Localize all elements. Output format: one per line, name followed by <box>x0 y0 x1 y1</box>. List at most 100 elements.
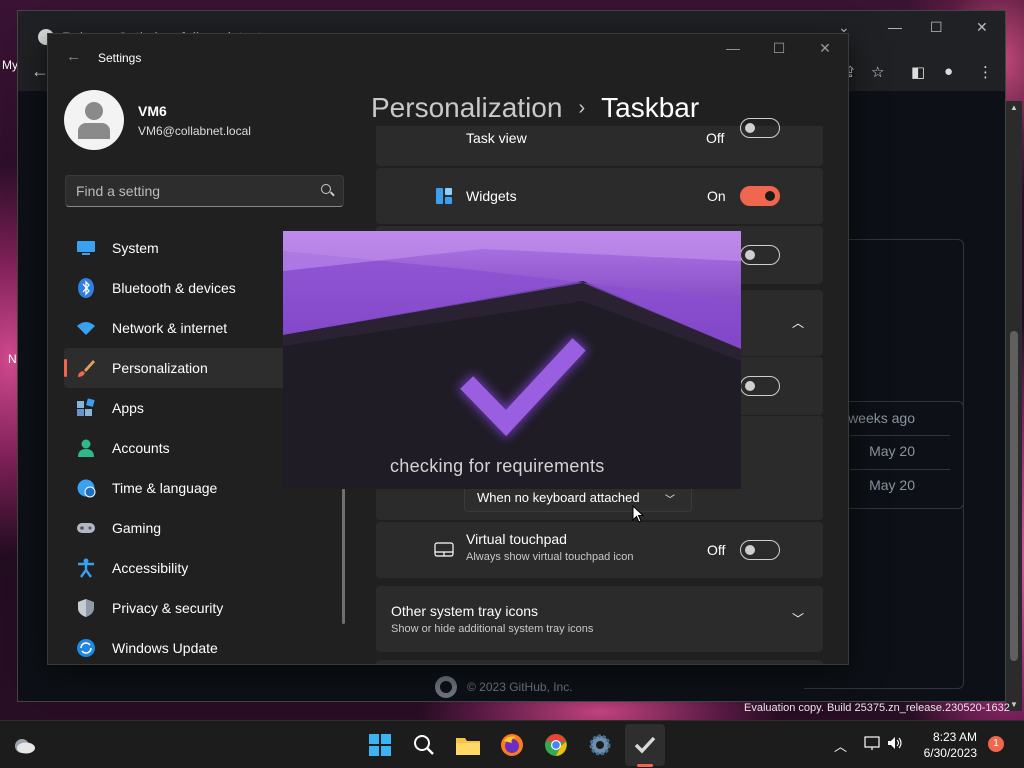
setting-state: Off <box>706 130 725 146</box>
volume-icon[interactable] <box>887 736 903 753</box>
scroll-up-icon[interactable]: ▲ <box>1010 103 1018 112</box>
scroll-thumb[interactable] <box>1010 331 1018 661</box>
apps-icon <box>76 398 96 418</box>
notification-badge[interactable]: 1 <box>988 736 1004 752</box>
sidebar-item-label: Windows Update <box>112 640 218 656</box>
sidebar-item-privacy[interactable]: Privacy & security <box>64 588 344 628</box>
scroll-down-icon[interactable]: ▼ <box>1010 700 1018 709</box>
setting-row-widgets[interactable]: Widgets On <box>376 168 823 224</box>
installer-splash: checking for requirements <box>283 231 741 489</box>
page-title: Taskbar <box>601 92 700 123</box>
sidebar-item-label: Time & language <box>112 480 218 496</box>
back-arrow-icon[interactable]: ← <box>66 48 81 65</box>
show-hidden-icons-chevron-up-icon[interactable]: ︿ <box>834 736 847 755</box>
splash-graphic <box>283 231 741 489</box>
firefox-icon[interactable] <box>498 731 526 759</box>
profile-name: VM6 <box>138 102 167 119</box>
sidebar-item-accessibility[interactable]: Accessibility <box>64 548 344 588</box>
installer-app-icon[interactable] <box>631 731 659 759</box>
browser-scrollbar[interactable]: ▲ ▼ <box>1006 101 1022 711</box>
sidebar-item-label: Accessibility <box>112 560 189 576</box>
close-icon[interactable]: ✕ <box>810 40 840 57</box>
evaluation-watermark: Evaluation copy. Build 25375.zn_release.… <box>744 702 1010 714</box>
desktop-icon-label[interactable]: My <box>2 58 18 72</box>
start-icon[interactable] <box>366 731 394 759</box>
chevron-up-icon[interactable]: ︿ <box>792 314 804 331</box>
sidebar-item-label: Privacy & security <box>112 600 224 616</box>
setting-description: Show or hide additional system tray icon… <box>391 623 594 635</box>
pen-menu-toggle[interactable] <box>740 376 780 396</box>
task-view-toggle[interactable] <box>740 118 780 138</box>
brush-icon <box>76 358 96 378</box>
person-icon <box>76 438 96 458</box>
splash-status-text: checking for requirements <box>390 456 605 476</box>
gamepad-icon <box>76 518 96 538</box>
widgets-icon <box>436 188 452 209</box>
sidebar-item-label: Network & internet <box>112 320 228 336</box>
desktop-icon-label[interactable]: N <box>8 352 17 366</box>
settings-icon[interactable] <box>586 731 614 759</box>
dropdown-value: When no keyboard attached <box>477 490 640 505</box>
active-app-indicator <box>637 764 653 767</box>
search-icon[interactable] <box>321 184 331 194</box>
chat-toggle[interactable] <box>740 245 780 265</box>
minimize-icon[interactable]: — <box>718 40 748 56</box>
star-icon[interactable]: ☆ <box>871 63 884 81</box>
breadcrumb-separator: › <box>578 96 586 119</box>
maximize-icon[interactable]: ☐ <box>930 19 943 36</box>
title-bar: ← Settings — ☐ ✕ <box>48 34 848 82</box>
update-icon <box>76 638 96 658</box>
divider <box>850 435 950 436</box>
breadcrumb-parent[interactable]: Personalization <box>371 92 562 124</box>
setting-label: Widgets <box>466 188 517 204</box>
search-input[interactable] <box>76 183 306 199</box>
sidebar-item-windows-update[interactable]: Windows Update <box>64 628 344 664</box>
sidebar-item-label: Bluetooth & devices <box>112 280 236 296</box>
page-footer: © 2023 GitHub, Inc. <box>435 676 573 698</box>
github-logo-icon <box>435 676 457 698</box>
profile-email: VM6@collabnet.local <box>138 123 251 138</box>
chrome-icon[interactable] <box>542 731 570 759</box>
accessibility-icon <box>76 558 96 578</box>
search-box[interactable] <box>65 175 344 207</box>
widgets-toggle[interactable] <box>740 186 780 206</box>
system-clock[interactable]: 8:23 AM 6/30/2023 <box>924 729 977 761</box>
virtual-touchpad-toggle[interactable] <box>740 540 780 560</box>
clock-date: 6/30/2023 <box>923 746 977 760</box>
mouse-cursor-icon <box>632 505 644 523</box>
bluetooth-icon <box>76 278 96 298</box>
chevron-down-icon[interactable]: ﹀ <box>792 610 804 627</box>
setting-label: Task view <box>466 130 527 146</box>
menu-icon[interactable]: ⋮ <box>978 63 993 81</box>
setting-row-virtual-touchpad[interactable]: Virtual touchpad Always show virtual tou… <box>376 522 823 578</box>
monitor-icon <box>76 238 96 258</box>
setting-row-next[interactable] <box>376 660 823 664</box>
sidebar-item-label: Gaming <box>112 520 162 536</box>
touchpad-icon <box>434 542 454 563</box>
setting-row-other-tray-icons[interactable]: Other system tray icons Show or hide add… <box>376 586 823 652</box>
weather-icon[interactable] <box>10 731 38 759</box>
setting-description: Always show virtual touchpad icon <box>466 551 634 563</box>
setting-state: On <box>707 188 726 204</box>
minimize-icon[interactable]: — <box>888 19 902 35</box>
wifi-icon <box>76 318 96 338</box>
commit-date: May 20 <box>869 477 915 493</box>
sidebar-scrollbar[interactable] <box>342 474 345 624</box>
search-icon[interactable] <box>410 731 438 759</box>
sidebar-item-gaming[interactable]: Gaming <box>64 508 344 548</box>
file-explorer-icon[interactable] <box>454 731 482 759</box>
shield-icon <box>76 598 96 618</box>
taskbar: ︿ 8:23 AM 6/30/2023 <box>0 720 1024 768</box>
network-icon[interactable] <box>864 736 880 753</box>
user-profile[interactable]: VM6 VM6@collabnet.local <box>64 90 251 150</box>
profile-icon[interactable]: ● <box>944 63 953 80</box>
setting-label: Virtual touchpad <box>466 531 567 547</box>
sidebar-icon[interactable]: ◧ <box>911 63 925 81</box>
commit-date: May 20 <box>869 443 915 459</box>
avatar <box>64 90 124 150</box>
setting-row-task-view[interactable]: Task view Off <box>376 118 823 166</box>
footer-copyright: © 2023 GitHub, Inc. <box>467 680 573 694</box>
window-title: Settings <box>98 51 142 65</box>
maximize-icon[interactable]: ☐ <box>764 40 794 57</box>
close-icon[interactable]: ✕ <box>976 19 988 36</box>
